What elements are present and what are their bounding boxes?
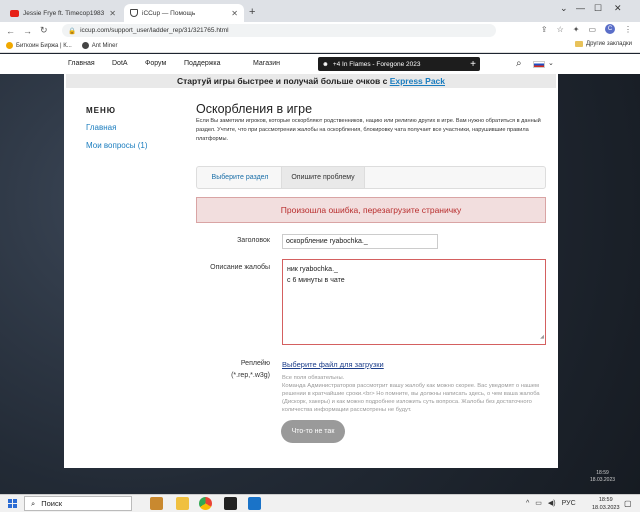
nav-forum[interactable]: Форум [145, 60, 166, 67]
minimize-icon[interactable]: — [576, 3, 585, 13]
antminer-icon [81, 42, 89, 49]
maximize-icon[interactable]: ☐ [594, 3, 602, 14]
search-icon: ⌕ [31, 498, 36, 508]
description-line: ник ryabochka._ [287, 266, 338, 273]
back-icon[interactable]: ← [6, 26, 15, 36]
chevron-down-icon[interactable]: ⌄ [548, 59, 554, 67]
youtube-icon [10, 9, 19, 17]
background-clock: 18:59 18.03.2023 [590, 470, 616, 483]
reload-icon[interactable]: ↻ [40, 25, 48, 36]
bookmark-label: Ant Miner [91, 42, 118, 49]
forward-icon[interactable]: → [23, 26, 32, 36]
nav-support[interactable]: Поддержка [184, 60, 221, 67]
choose-file-link[interactable]: Выберите файл для загрузки [282, 360, 384, 369]
toolbar-actions: ⇪ ☆ ✦ ▭ C ⋮ [541, 24, 632, 34]
bookmark-item[interactable]: Ant Miner [81, 42, 118, 49]
error-alert: Произошла ошибка, перезагрузите страничк… [196, 197, 546, 223]
browser-tab-iccup[interactable]: iCCup — Помощь ✕ [124, 4, 244, 22]
description-textarea[interactable]: ник ryabochka._ с 6 минуты в чате ◢ [282, 259, 546, 345]
mascot-icon: ☻ [322, 60, 329, 68]
profile-avatar[interactable]: C [605, 24, 615, 34]
volume-icon[interactable]: ◀) [548, 499, 556, 507]
sidebar-heading: МЕНЮ [86, 106, 117, 115]
clock[interactable]: 18:59 18.03.2023 [592, 496, 620, 512]
windows-start-icon[interactable] [8, 499, 17, 508]
title-label: Заголовок [237, 237, 270, 244]
lock-icon: 🔒 [68, 27, 77, 35]
extensions-icon[interactable]: ✦ [573, 25, 580, 34]
widget-icon[interactable] [150, 497, 163, 510]
express-pack-link[interactable]: Express Pack [390, 76, 445, 86]
music-banner[interactable]: ☻ +4 In Flames - Foregone 2023 + [318, 57, 480, 71]
address-bar[interactable]: 🔒 iccup.com/support_user/ladder_rep/31/3… [62, 24, 496, 37]
resize-grip-icon[interactable]: ◢ [540, 332, 544, 343]
system-tray: ^ ▭ ◀) РУС [526, 499, 576, 508]
explorer-icon[interactable] [176, 497, 189, 510]
share-icon[interactable]: ⇪ [541, 25, 548, 34]
bookmarks-bar: Биткоин Биржа | К... Ant Miner Другие за… [0, 39, 640, 53]
chevron-up-icon[interactable]: ^ [526, 500, 529, 507]
banner-text: +4 In Flames - Foregone 2023 [332, 60, 421, 68]
title-input[interactable]: оскорбление ryabochka._ [282, 234, 438, 249]
close-icon[interactable]: ✕ [231, 9, 238, 18]
search-icon[interactable]: ⌕ [516, 58, 522, 69]
nav-shop[interactable]: Магазин [253, 60, 280, 67]
intro-text: Если Вы заметили игроков, которые оскорб… [196, 118, 541, 142]
bookmark-label: Другие закладки [586, 41, 632, 47]
taskbar: ⌕ Поиск ^ ▭ ◀) РУС 18:59 18.03.2023 ▢ [0, 494, 640, 512]
description-line: с 6 минуты в чате [287, 277, 345, 284]
photos-icon[interactable] [248, 497, 261, 510]
sidepanel-icon[interactable]: ▭ [588, 25, 596, 34]
browser-tab-youtube[interactable]: Jessie Frye ft. Timecop1983 ✕ [4, 4, 122, 22]
folder-icon [575, 41, 584, 47]
notification-icon[interactable]: ▢ [624, 499, 632, 508]
chrome-icon[interactable] [199, 497, 212, 510]
promo-bar: Стартуй игры быстрее и получай больше оч… [66, 74, 556, 88]
sidebar-item-my-questions[interactable]: Мои вопросы (1) [86, 141, 147, 150]
close-window-icon[interactable]: ✕ [614, 3, 622, 14]
note-line: Команда Администраторов рассмотрит вашу … [282, 383, 540, 413]
tab-choose-section[interactable]: Выберите раздел [201, 167, 279, 188]
other-bookmarks[interactable]: Другие закладки [575, 41, 632, 47]
bitcoin-icon [6, 42, 13, 49]
clock-time: 18:59 [598, 497, 613, 503]
url-text: iccup.com/support_user/ladder_rep/31/321… [80, 27, 229, 34]
browser-tab-bar: Jessie Frye ft. Timecop1983 ✕ iCCup — По… [0, 0, 640, 22]
cup-icon [130, 9, 138, 17]
nav-dota[interactable]: DotA [112, 60, 128, 67]
more-menu-icon[interactable]: ⋮ [624, 25, 632, 34]
language-indicator[interactable]: РУС [562, 500, 576, 507]
nav-home[interactable]: Главная [68, 60, 95, 67]
form-tabs: Выберите раздел Опишите проблему [196, 166, 546, 189]
taskbar-search[interactable]: ⌕ Поиск [24, 496, 132, 511]
sidebar-item-home[interactable]: Главная [86, 123, 116, 132]
description-label: Описание жалобы [210, 264, 270, 271]
network-icon[interactable]: ▭ [535, 499, 542, 507]
replay-label: Реплейю [240, 360, 270, 367]
page-title: Оскорбления в игре [196, 102, 313, 116]
note-line: Все поля обязательны. [282, 375, 345, 381]
submit-button[interactable]: Что-то не так [281, 420, 345, 443]
star-icon[interactable]: ☆ [557, 25, 564, 34]
form-note: Все поля обязательны. Команда Администра… [282, 374, 546, 414]
flag-ru-icon[interactable] [533, 61, 545, 68]
chevron-down-icon[interactable]: ⌄ [560, 3, 568, 14]
plus-icon[interactable]: + [470, 59, 476, 70]
new-tab-icon[interactable]: + [249, 6, 255, 18]
promo-text: Стартуй игры быстрее и получай больше оч… [176, 76, 390, 86]
bookmark-item[interactable]: Биткоин Биржа | К... [6, 42, 72, 49]
bookmark-label: Биткоин Биржа | К... [16, 42, 72, 49]
tab-title: Jessie Frye ft. Timecop1983 [23, 9, 105, 17]
replay-ext-label: (*.rep,*.w3g) [231, 372, 270, 379]
app-icon[interactable] [224, 497, 237, 510]
clock-date: 18.03.2023 [592, 505, 620, 511]
tab-describe-problem[interactable]: Опишите проблему [281, 167, 365, 188]
tab-title: iCCup — Помощь [142, 9, 196, 17]
close-icon[interactable]: ✕ [109, 9, 116, 18]
taskbar-search-label: Поиск [41, 499, 62, 508]
